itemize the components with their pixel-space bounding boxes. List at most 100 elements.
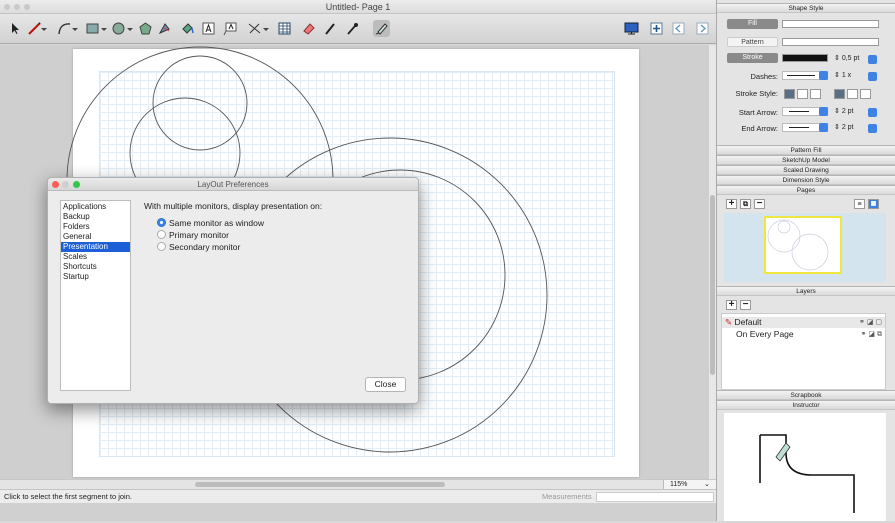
sketchup-model-header[interactable]: SketchUp Model — [717, 155, 895, 165]
pattern-button[interactable]: Pattern — [727, 37, 778, 47]
style-tool-icon[interactable] — [322, 20, 339, 37]
table-tool-icon[interactable] — [276, 20, 293, 37]
polygon-tool-icon[interactable] — [137, 20, 154, 37]
category-general[interactable]: General — [61, 232, 130, 242]
offset-tool-icon[interactable] — [156, 20, 173, 37]
join-tool-icon[interactable] — [373, 20, 390, 37]
circle-tool-dropdown-icon[interactable] — [126, 20, 134, 37]
list-view-icon[interactable]: ≡ — [854, 199, 865, 209]
layers-header[interactable]: Layers — [717, 286, 895, 296]
option-secondary-monitor[interactable]: Secondary monitor — [157, 241, 240, 252]
dimension-tool-icon[interactable] — [246, 20, 263, 37]
paint-bucket-icon[interactable] — [179, 20, 196, 37]
preferences-dialog: LayOut Preferences Applications Backup F… — [47, 177, 419, 404]
line-tool-dropdown-icon[interactable] — [40, 20, 48, 37]
background-area — [0, 503, 716, 521]
close-button[interactable]: Close — [365, 377, 406, 392]
end-arrow-label: End Arrow: — [741, 124, 778, 133]
duplicate-page-icon[interactable]: ⧉ — [740, 199, 751, 209]
grid-view-icon[interactable]: ▦ — [868, 199, 879, 209]
start-arrow-size-stepper[interactable]: ⇕ 2 pt — [834, 107, 854, 117]
dashes-dropdown[interactable] — [782, 71, 828, 80]
layer-lock-icon[interactable]: ⚭ ◪ ⧉ — [861, 329, 882, 340]
layer-lock-icon[interactable]: ⚭ ◪ ▢ — [859, 317, 882, 328]
join-bevel-icon[interactable] — [860, 89, 871, 99]
select-tool-icon[interactable] — [6, 20, 23, 37]
status-message: Click to select the first segment to joi… — [4, 492, 132, 501]
layer-row-default[interactable]: ✎ Default ⚭ ◪ ▢ — [722, 317, 885, 328]
fill-color-swatch[interactable] — [782, 20, 879, 28]
join-round-icon[interactable] — [847, 89, 858, 99]
dash-scale-stepper[interactable]: ⇕ 1 x — [834, 71, 851, 81]
cap-round-icon[interactable] — [797, 89, 808, 99]
dimension-tool-dropdown-icon[interactable] — [262, 20, 270, 37]
rectangle-tool-icon[interactable] — [84, 20, 101, 37]
add-page-button[interactable]: + — [726, 199, 737, 209]
category-presentation[interactable]: Presentation — [61, 242, 130, 252]
text-tool-icon[interactable] — [200, 20, 217, 37]
pattern-fill-header[interactable]: Pattern Fill — [717, 145, 895, 155]
rectangle-tool-dropdown-icon[interactable] — [100, 20, 108, 37]
pattern-swatch[interactable] — [782, 38, 879, 46]
add-page-icon[interactable] — [648, 20, 665, 37]
pages-header[interactable]: Pages — [717, 185, 895, 195]
presentation-icon[interactable] — [623, 20, 640, 37]
scaled-drawing-header[interactable]: Scaled Drawing — [717, 165, 895, 175]
stroke-width-stepper[interactable]: ⇕ 0,5 pt — [834, 54, 859, 64]
category-folders[interactable]: Folders — [61, 222, 130, 232]
radio-selected[interactable] — [157, 218, 166, 227]
close-window-button[interactable] — [4, 4, 10, 10]
category-backup[interactable]: Backup — [61, 212, 130, 222]
circle-tool-icon[interactable] — [110, 20, 127, 37]
minimize-window-button[interactable] — [14, 4, 20, 10]
measurements-label: Measurements — [542, 492, 592, 501]
dimension-style-header[interactable]: Dimension Style — [717, 175, 895, 185]
zoom-window-button[interactable] — [24, 4, 30, 10]
label-tool-icon[interactable] — [222, 20, 239, 37]
start-arrow-dropdown[interactable] — [782, 107, 828, 116]
horizontal-scrollbar[interactable]: 115% ⌄ — [0, 479, 716, 490]
arc-tool-dropdown-icon[interactable] — [71, 20, 79, 37]
radio-unselected[interactable] — [157, 230, 166, 239]
stroke-width-dropdown-icon[interactable] — [868, 55, 877, 64]
window-titlebar: Untitled- Page 1 — [0, 0, 716, 14]
dash-scale-dropdown-icon[interactable] — [868, 72, 877, 81]
scrapbook-header[interactable]: Scrapbook — [717, 390, 895, 400]
horizontal-scroll-thumb[interactable] — [195, 482, 445, 487]
page-thumbnail[interactable] — [764, 216, 842, 274]
option-primary-monitor[interactable]: Primary monitor — [157, 229, 229, 240]
category-scales[interactable]: Scales — [61, 252, 130, 262]
end-arrow-dropdown[interactable] — [782, 123, 828, 132]
dialog-title: LayOut Preferences — [197, 180, 269, 189]
eyedropper-tool-icon[interactable] — [344, 20, 361, 37]
end-arrow-size-stepper[interactable]: ⇕ 2 pt — [834, 123, 854, 133]
radio-unselected[interactable] — [157, 242, 166, 251]
preferences-category-list: Applications Backup Folders General Pres… — [60, 200, 131, 391]
stroke-button[interactable]: Stroke — [727, 53, 778, 63]
end-arrow-size-dropdown-icon[interactable] — [868, 124, 877, 133]
pencil-icon: ✎ — [725, 317, 733, 327]
category-shortcuts[interactable]: Shortcuts — [61, 262, 130, 272]
shape-style-header[interactable]: Shape Style — [717, 3, 895, 13]
instructor-header[interactable]: Instructor — [717, 400, 895, 410]
vertical-scroll-thumb[interactable] — [710, 195, 715, 375]
next-page-icon[interactable] — [694, 20, 711, 37]
cap-square-icon[interactable] — [810, 89, 821, 99]
stroke-color-swatch[interactable] — [782, 54, 828, 62]
eraser-tool-icon[interactable] — [300, 20, 317, 37]
remove-layer-button[interactable]: − — [740, 300, 751, 310]
category-startup[interactable]: Startup — [61, 272, 130, 282]
fill-button[interactable]: Fill — [727, 19, 778, 29]
previous-page-icon[interactable] — [670, 20, 687, 37]
dialog-zoom-icon[interactable] — [73, 181, 80, 188]
remove-page-button[interactable]: − — [754, 199, 765, 209]
start-arrow-size-dropdown-icon[interactable] — [868, 108, 877, 117]
category-applications[interactable]: Applications — [61, 202, 130, 212]
cap-butt-icon[interactable] — [784, 89, 795, 99]
add-layer-button[interactable]: + — [726, 300, 737, 310]
option-same-monitor[interactable]: Same monitor as window — [157, 217, 264, 228]
join-miter-icon[interactable] — [834, 89, 845, 99]
dialog-close-icon[interactable] — [52, 181, 59, 188]
layer-row-on-every-page[interactable]: On Every Page ⚭ ◪ ⧉ — [722, 329, 885, 340]
measurements-input[interactable] — [596, 492, 714, 502]
